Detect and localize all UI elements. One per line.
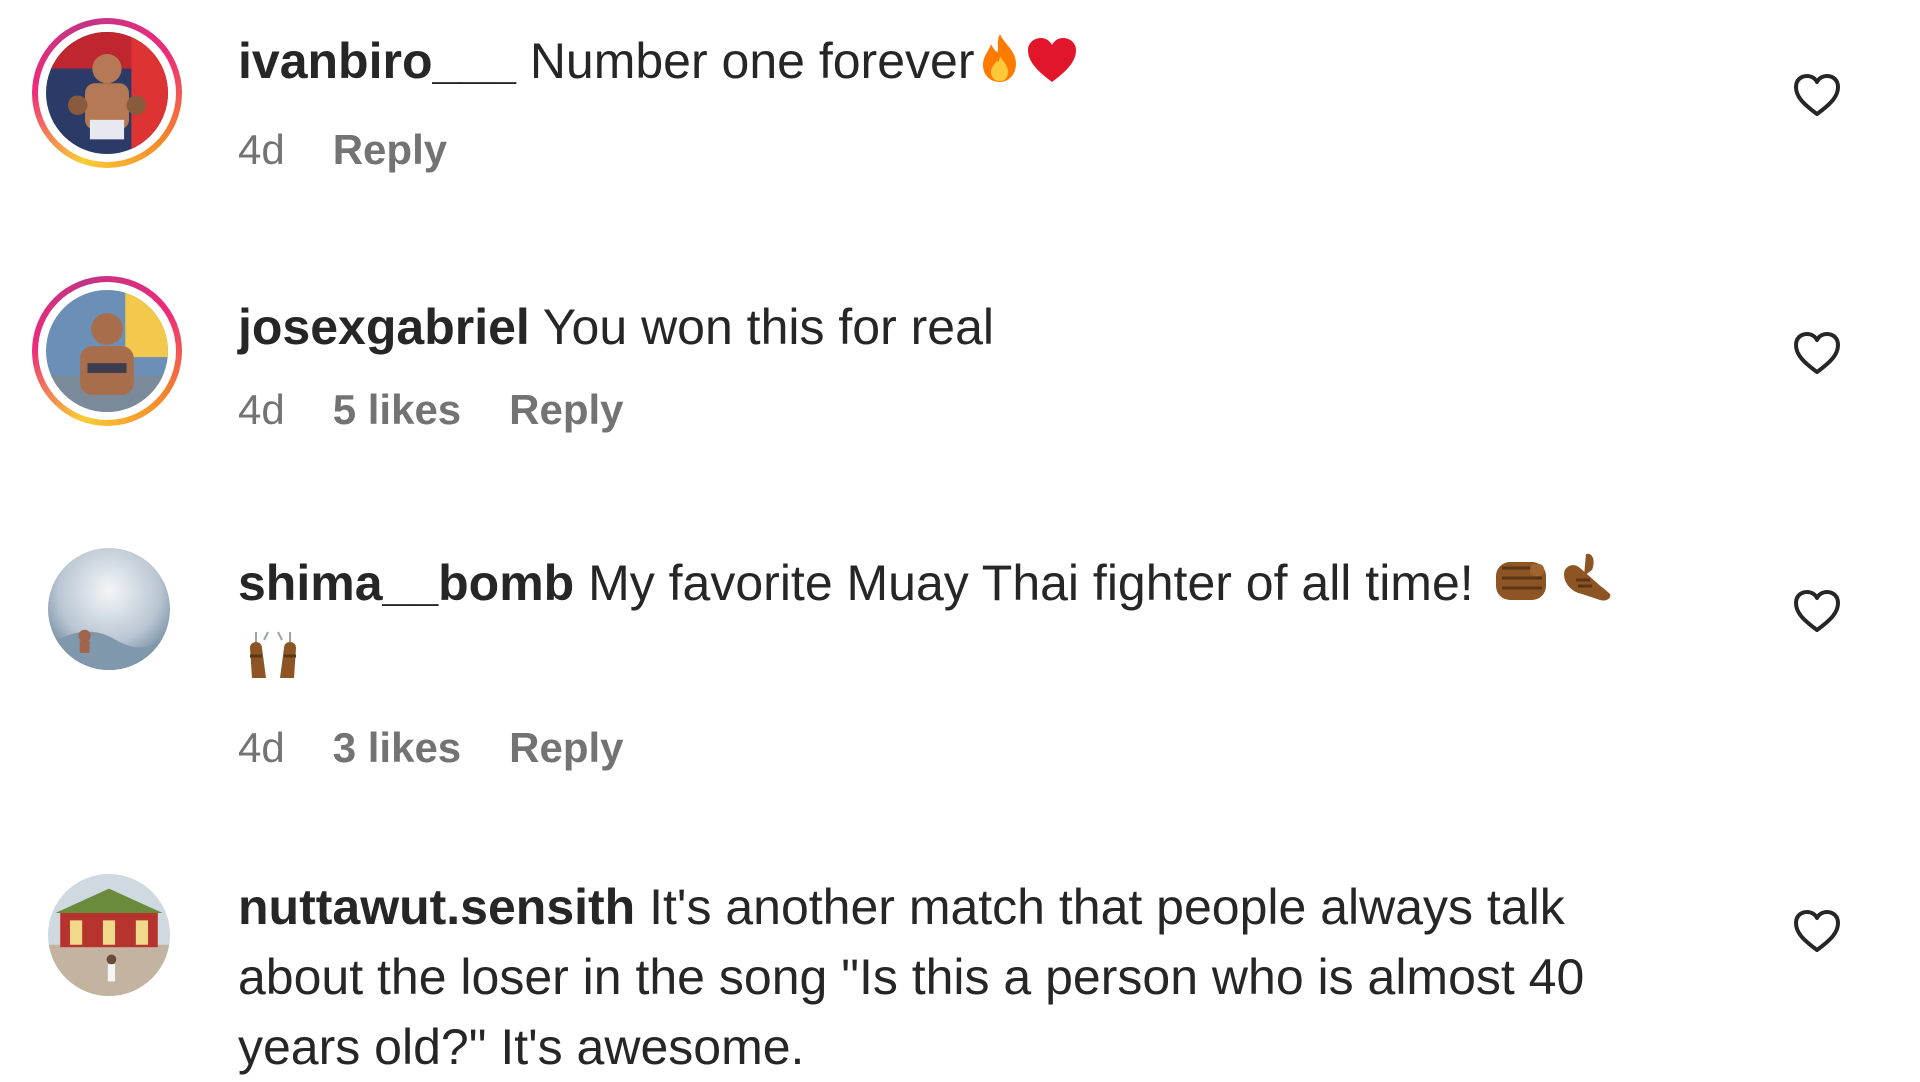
comment-username[interactable]: nuttawut.sensith — [238, 879, 635, 935]
likes-count[interactable]: 5 likes — [333, 386, 461, 434]
comment-time: 4d — [238, 724, 285, 771]
comment-text-line: shima__bomb My favorite Muay Thai fighte… — [238, 548, 1698, 700]
avatar[interactable] — [32, 276, 182, 426]
comment-text-line: ivanbiro___ Number one forever — [238, 26, 1698, 102]
avatar[interactable] — [48, 548, 170, 670]
reply-button[interactable]: Reply — [509, 386, 623, 434]
fire-emoji — [978, 32, 1022, 102]
comment-body: shima__bomb My favorite Muay Thai fighte… — [238, 548, 1698, 772]
comment-text-line: josexgabriel You won this for real — [238, 292, 1698, 362]
like-heart-icon[interactable] — [1792, 588, 1842, 634]
comments-list: ivanbiro___ Number one forever 4d Reply — [0, 0, 1920, 1080]
avatar-image — [46, 32, 168, 154]
comment-username[interactable]: shima__bomb — [238, 555, 574, 611]
comment-time: 4d — [238, 386, 285, 433]
like-heart-icon[interactable] — [1792, 908, 1842, 954]
avatar-image — [48, 874, 170, 996]
like-heart-icon[interactable] — [1792, 330, 1842, 376]
reply-button[interactable]: Reply — [509, 724, 623, 772]
comment-body: ivanbiro___ Number one forever 4d Reply — [238, 26, 1698, 174]
oncoming-fist-emoji — [1492, 554, 1552, 624]
comment-body: josexgabriel You won this for real 4d 5 … — [238, 292, 1698, 434]
call-me-hand-emoji — [1556, 550, 1616, 624]
likes-count[interactable]: 3 likes — [333, 724, 461, 772]
reply-button[interactable]: Reply — [333, 126, 447, 174]
comment-meta: 4d Reply — [238, 126, 1698, 174]
comment-meta: 4d 3 likes Reply — [238, 724, 1698, 772]
avatar[interactable] — [48, 874, 170, 996]
comment-body: nuttawut.sensith It's another match that… — [238, 872, 1698, 1082]
like-heart-icon[interactable] — [1792, 72, 1842, 118]
avatar-image — [46, 290, 168, 412]
comment-text: Number one forever — [529, 33, 975, 89]
raising-hands-emoji — [242, 628, 304, 700]
avatar-image — [48, 548, 170, 670]
comment-username[interactable]: ivanbiro___ — [238, 33, 516, 89]
comment-text: My favorite Muay Thai fighter of all tim… — [588, 555, 1474, 611]
comment-username[interactable]: josexgabriel — [238, 299, 530, 355]
comment-time: 4d — [238, 126, 285, 173]
red-heart-emoji — [1026, 32, 1078, 102]
comment-text-line: nuttawut.sensith It's another match that… — [238, 872, 1698, 1082]
avatar[interactable] — [32, 18, 182, 168]
comment-text: You won this for real — [542, 299, 994, 355]
comment-meta: 4d 5 likes Reply — [238, 386, 1698, 434]
